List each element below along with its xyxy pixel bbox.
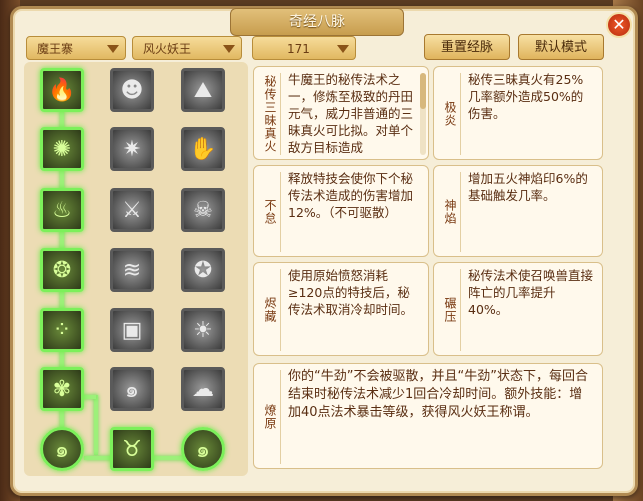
swirl-orb-icon[interactable]: ๑ [181, 427, 225, 471]
sect-dropdown-label: 魔王寨 [37, 42, 74, 56]
skill-card[interactable]: 燎原 你的“牛劲”不会被驱散，并且“牛劲”状态下，每回合结束时秘传法术减少1回合… [253, 363, 603, 469]
skill-name: 不怠 [260, 172, 281, 252]
skill-card[interactable]: 不怠 释放特技会使你下个秘传法术造成的伤害增加12%。（不可驱散） [253, 165, 429, 257]
skill-name: 极炎 [440, 73, 461, 155]
skill-card[interactable]: 神焰 增加五火神焰印6%的基础触发几率。 [433, 165, 603, 257]
dots-icon[interactable]: ⁘ [40, 308, 84, 352]
chevron-down-icon [107, 45, 119, 53]
reset-meridian-button[interactable]: 重置经脉 [424, 34, 510, 60]
skull-icon[interactable]: ☠ [181, 188, 225, 232]
flame-icon[interactable]: ✺ [40, 127, 84, 171]
fire-icon[interactable]: 🔥 [40, 68, 84, 112]
skill-description: 你的“牛劲”不会被驱散，并且“牛劲”状态下，每回合结束时秘传法术减少1回合冷却时… [288, 369, 588, 420]
horned-demon-icon[interactable]: ♉ [110, 427, 154, 471]
skill-description: 增加五火神焰印6%的基础触发几率。 [468, 171, 588, 203]
skill-name: 燎原 [260, 370, 281, 464]
skill-name: 神焰 [440, 172, 461, 252]
skill-description: 释放特技会使你下个秘传法术造成的伤害增加12%。（不可驱散） [288, 171, 414, 220]
level-dropdown[interactable]: 171 [252, 36, 356, 60]
spark-icon[interactable]: ✷ [110, 127, 154, 171]
mountain-icon[interactable]: ⛰ [181, 68, 225, 112]
scrollbar[interactable] [420, 73, 426, 155]
torch-icon[interactable]: ♨ [40, 188, 84, 232]
compass-icon[interactable]: ✪ [181, 248, 225, 292]
skill-description: 使用原始愤怒消耗≥120点的特技后，秘传法术取消冷却时间。 [288, 268, 414, 317]
stones-icon[interactable]: ▣ [110, 308, 154, 352]
level-dropdown-label: 171 [287, 42, 310, 56]
beast-icon[interactable]: ✾ [40, 367, 84, 411]
tree-connector [94, 395, 98, 455]
panel-title: 奇经八脉 [230, 8, 404, 36]
skill-card[interactable]: 烬藏 使用原始愤怒消耗≥120点的特技后，秘传法术取消冷却时间。 [253, 262, 429, 356]
swirl-orb-icon[interactable]: ๑ [40, 427, 84, 471]
hand-icon[interactable]: ✋ [181, 127, 225, 171]
scroll-thumb[interactable] [420, 73, 426, 109]
swirl-icon[interactable]: ๑ [110, 367, 154, 411]
skill-description: 牛魔王的秘传法术之一，修炼至极致的丹田元气，威力非普通的三昧真火可比拟。对单个敌… [288, 72, 414, 155]
chevron-down-icon [337, 45, 349, 53]
cloud-icon[interactable]: ☁ [181, 367, 225, 411]
skill-description: 秘传三昧真火有25%几率额外造成50%的伤害。 [468, 72, 584, 121]
cross-swords-icon[interactable]: ⚔ [110, 188, 154, 232]
skill-name: 烬藏 [260, 269, 281, 351]
default-mode-button[interactable]: 默认模式 [518, 34, 604, 60]
school-dropdown[interactable]: 风火妖王 [132, 36, 242, 60]
school-dropdown-label: 风火妖王 [143, 42, 192, 56]
skill-description: 秘传法术使召唤兽直接阵亡的几率提升40%。 [468, 268, 594, 317]
demon-face-icon[interactable]: ☻ [110, 68, 154, 112]
skill-card[interactable]: 极炎 秘传三昧真火有25%几率额外造成50%的伤害。 [433, 66, 603, 160]
skill-name: 碾压 [440, 269, 461, 351]
skill-card[interactable]: 碾压 秘传法术使召唤兽直接阵亡的几率提升40%。 [433, 262, 603, 356]
close-button[interactable]: ✕ [606, 12, 632, 38]
wave-icon[interactable]: ≋ [110, 248, 154, 292]
skill-name: 秘传三昧真火 [260, 73, 281, 155]
sun-burst-icon[interactable]: ☀ [181, 308, 225, 352]
seal-icon[interactable]: ❂ [40, 248, 84, 292]
skill-card[interactable]: 秘传三昧真火 牛魔王的秘传法术之一，修炼至极致的丹田元气，威力非普通的三昧真火可… [253, 66, 429, 160]
chevron-down-icon [223, 45, 235, 53]
sect-dropdown[interactable]: 魔王寨 [26, 36, 126, 60]
